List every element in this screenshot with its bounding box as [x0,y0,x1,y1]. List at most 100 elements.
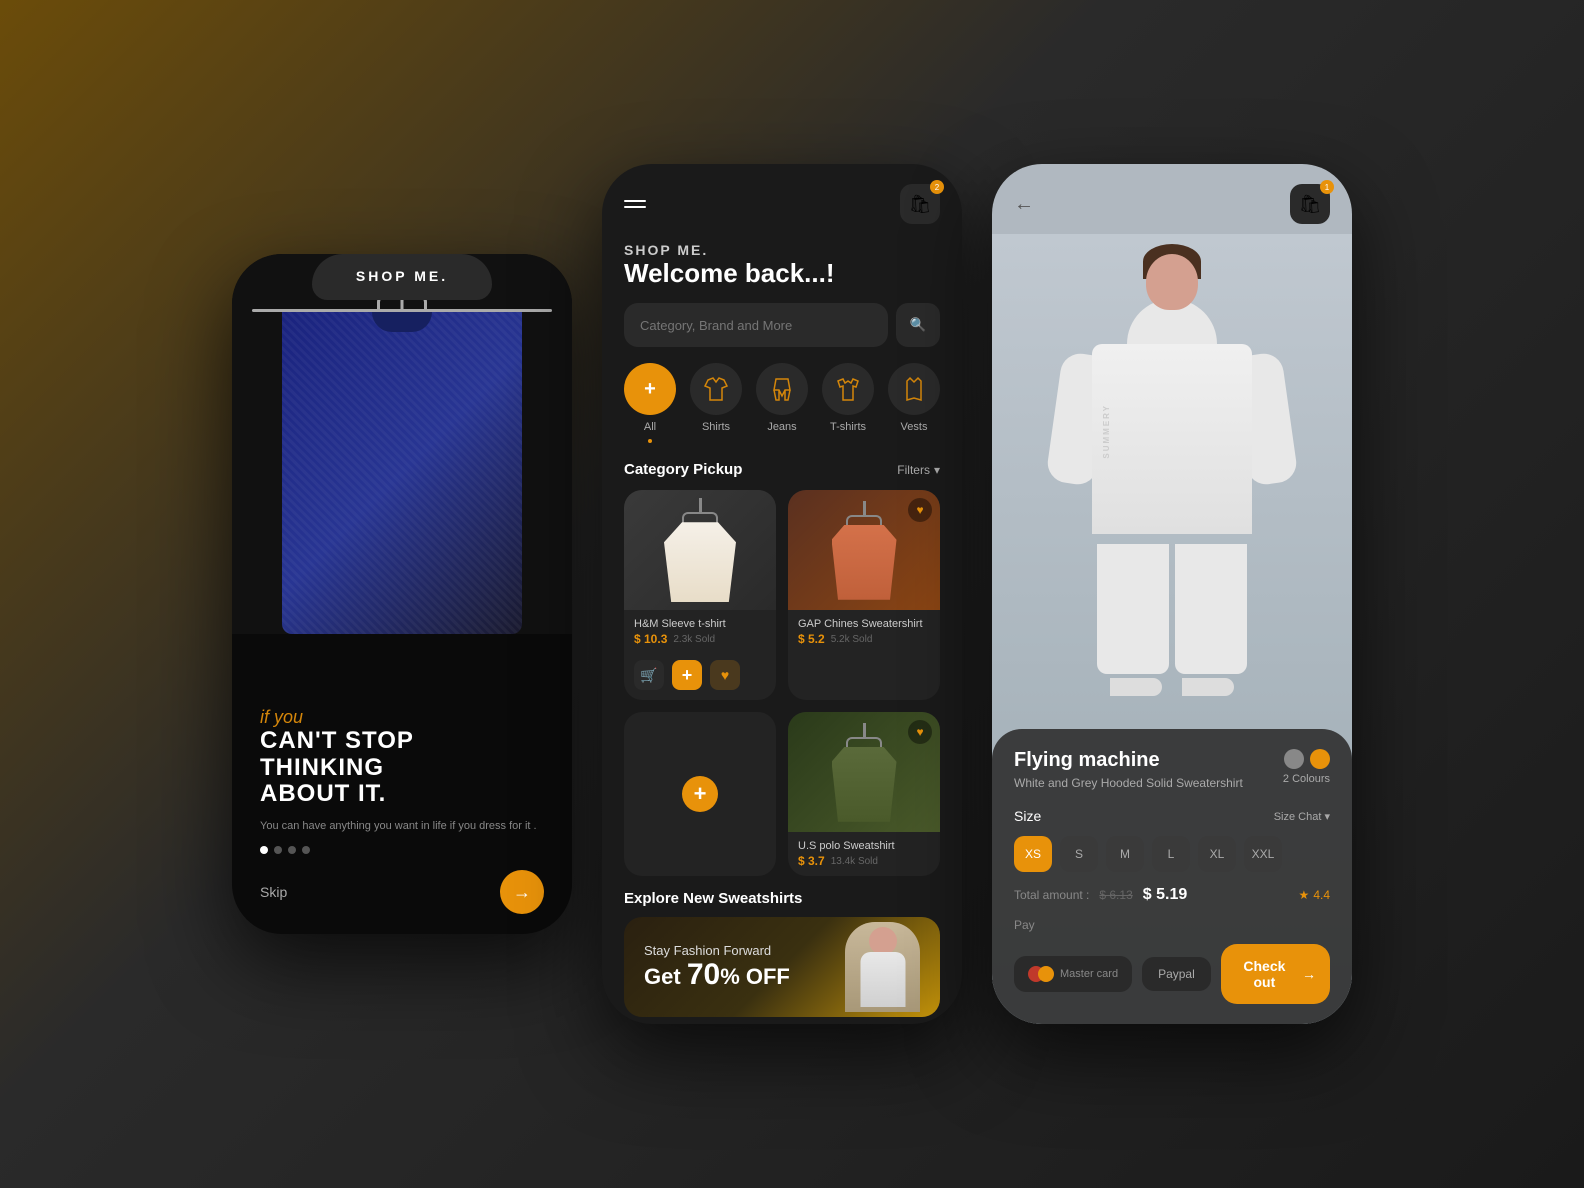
promo-text: Stay Fashion Forward Get 70 % OFF [644,943,845,992]
pay-label: Pay [1014,918,1330,932]
payment-options-row: Master card Paypal Check out → [1014,944,1330,1004]
cat-vests-label: Vests [901,421,928,433]
tshirts-icon [835,376,861,402]
sweater-texture [282,312,522,634]
product-name-hm: H&M Sleeve t-shirt [634,618,766,630]
gap-visual [832,501,897,600]
shoes-container [1110,678,1234,696]
category-pickup-header: Category Pickup Filters ▾ [602,457,962,490]
size-xxl[interactable]: XXL [1244,836,1282,872]
price-old: $ 6.13 [1099,888,1132,902]
promo-banner[interactable]: Stay Fashion Forward Get 70 % OFF [624,917,940,1017]
brand-name: Flying machine [1014,749,1243,772]
product-actions-hm: 🛒 + ♥ [624,654,776,700]
size-header-row: Size Size Chat ▾ [1014,808,1330,824]
size-l[interactable]: L [1152,836,1190,872]
mastercard-button[interactable]: Master card [1014,956,1132,992]
model-head-container [1142,244,1202,314]
colour-swatches [1284,749,1330,769]
size-xs[interactable]: XS [1014,836,1052,872]
add-to-cart-hm[interactable]: 🛒 [634,660,664,690]
size-xl[interactable]: XL [1198,836,1236,872]
colour-grey[interactable] [1284,749,1304,769]
vests-icon [901,376,927,402]
heart-polo[interactable]: ♥ [908,720,932,744]
cart-icon: 🛍 [909,194,932,215]
product-card-gap: ♥ GAP Chines Sweatershirt $ 5.2 5.2k Sol… [788,490,940,700]
explore-title: Explore New Sweatshirts [624,890,940,907]
pagination-dots [260,846,544,854]
promo-figure [845,922,920,1012]
product-card-add[interactable]: + [624,712,776,876]
filter-button[interactable]: Filters ▾ [897,463,940,477]
colours-label: 2 Colours [1283,773,1330,785]
product-img-gap: ♥ [788,490,940,610]
hoodie-body-container: SUMMERY [1082,304,1262,544]
hanger-wire-polo [863,723,866,737]
left-pant [1097,544,1169,674]
hamburger-line-1 [624,200,646,202]
shop-me-title-p1: SHOP ME. [356,268,448,284]
search-button[interactable]: 🔍 [896,303,940,347]
category-vests[interactable]: Vests [888,363,940,443]
category-tshirts[interactable]: T-shirts [822,363,874,443]
top-bar: 🛍 2 [602,164,962,234]
cart-button-p3[interactable]: 🛍 1 [1290,184,1330,224]
stay-fashion-text: Stay Fashion Forward [644,943,845,958]
hamburger-line-2 [624,206,646,208]
paypal-button[interactable]: Paypal [1142,957,1211,991]
left-shoe [1110,678,1162,696]
search-bar: 🔍 [602,303,962,363]
size-s[interactable]: S [1060,836,1098,872]
back-button[interactable]: ← [1014,193,1034,216]
brand-info: Flying machine White and Grey Hooded Sol… [1014,749,1243,804]
promo-hoodie [860,952,905,1007]
poncho-visual [664,498,736,602]
size-label: Size [1014,808,1041,824]
mc-orange-circle [1038,966,1054,982]
product-img-poncho [624,490,776,610]
tshirts-circle [822,363,874,415]
size-m[interactable]: M [1106,836,1144,872]
size-chat-link[interactable]: Size Chat ▾ [1274,810,1330,823]
phone1-header: SHOP ME. [312,254,492,300]
checkout-button[interactable]: Check out → [1221,944,1330,1004]
main-heading-line2: ABOUT IT. [260,781,544,807]
category-shirts[interactable]: Shirts [690,363,742,443]
dot-2 [274,846,282,854]
next-button[interactable]: → [500,870,544,914]
colour-orange[interactable] [1310,749,1330,769]
get-label: Get [644,964,681,990]
colours-section: 2 Colours [1283,749,1330,785]
search-input[interactable] [624,303,888,347]
dot-1 [260,846,268,854]
jeans-circle [756,363,808,415]
chevron-size-icon: ▾ [1324,811,1330,823]
off-label: % OFF [720,964,790,990]
phone1-content: if you CAN'T STOP THINKING ABOUT IT. You… [232,634,572,934]
category-jeans[interactable]: Jeans [756,363,808,443]
heart-gap[interactable]: ♥ [908,498,932,522]
cat-all-label: All [644,421,656,433]
favourite-hm[interactable]: ♥ [710,660,740,690]
dot-3 [288,846,296,854]
jeans-icon [769,376,795,402]
hamburger-menu[interactable] [624,200,646,208]
dot-4 [302,846,310,854]
rating-value: 4.4 [1313,888,1330,902]
main-heading-line1: CAN'T STOP THINKING [260,728,544,781]
pants-container [1097,544,1247,674]
sold-hm: 2.3k Sold [673,634,715,645]
plus-hm[interactable]: + [672,660,702,690]
add-product-button[interactable]: + [682,776,718,812]
shirts-icon [703,376,729,402]
right-pant [1175,544,1247,674]
skip-button[interactable]: Skip [260,884,287,900]
product-description: White and Grey Hooded Solid Sweatershirt [1014,776,1243,790]
cart-button[interactable]: 🛍 2 [900,184,940,224]
mastercard-label: Master card [1060,968,1118,980]
category-all[interactable]: + All [624,363,676,443]
price-hm: $ 10.3 [634,632,667,646]
sizes-grid: XS S M L XL XXL [1014,836,1330,872]
arrow-right-icon: → [513,882,531,903]
